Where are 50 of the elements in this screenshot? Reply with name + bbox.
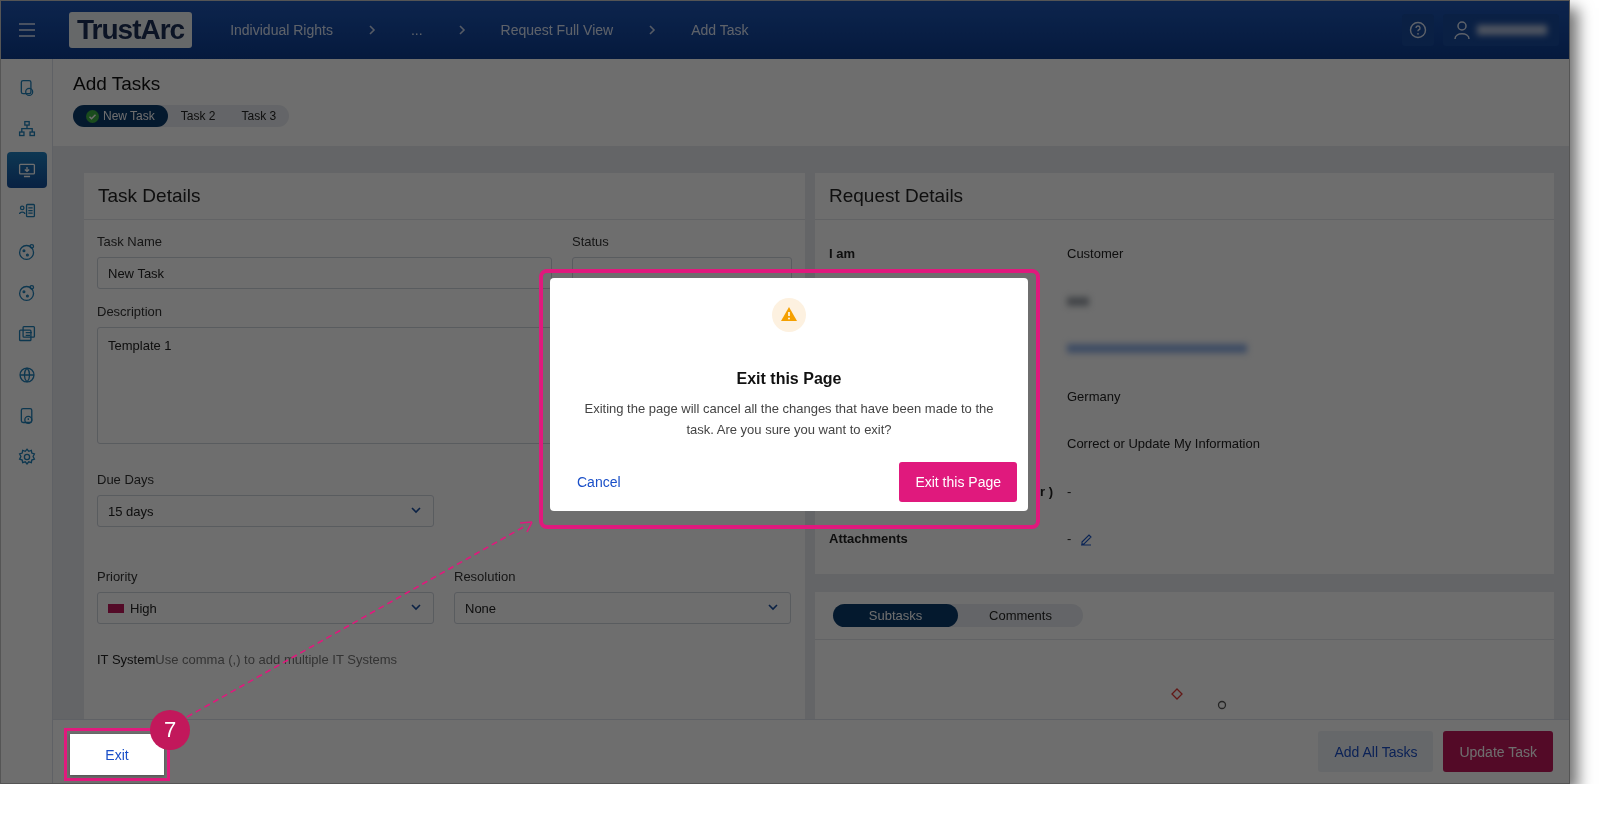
loading-icon (1170, 688, 1229, 712)
hierarchy-icon (16, 119, 37, 139)
warning-icon (772, 298, 806, 332)
card-title: Task Details (84, 173, 805, 220)
field-value: - (1067, 483, 1072, 499)
page-title: Add Tasks (73, 73, 162, 95)
breadcrumb-link[interactable]: Individual Rights (230, 22, 333, 38)
cancel-button[interactable]: Cancel (566, 468, 632, 496)
field-value: - (1067, 531, 1072, 547)
breadcrumb-link[interactable]: ... (410, 22, 423, 38)
field-label: r ) (1040, 483, 1053, 499)
user-icon (1453, 20, 1471, 40)
field-label: Priority (97, 569, 138, 584)
help-icon (1409, 21, 1427, 39)
panel-tab[interactable]: Comments (958, 604, 1083, 627)
breadcrumb-link[interactable]: Request Full View (500, 22, 614, 38)
task-tab[interactable]: Task 2 (167, 105, 229, 127)
field-value: Customer (1067, 246, 1124, 262)
field-hint: Use comma (,) to add multiple IT Systems (155, 652, 398, 667)
select-field[interactable]: High (97, 592, 434, 624)
panel-tab[interactable]: Subtasks (833, 604, 958, 627)
cookie-icon (16, 283, 37, 303)
exit-page-button[interactable]: Exit this Page (899, 462, 1017, 502)
task-tab[interactable]: New Task (73, 105, 168, 127)
logo[interactable]: TrustArc (69, 12, 193, 48)
card-title: Request Details (815, 173, 1554, 220)
field-label: Description (97, 304, 163, 319)
select-field[interactable]: 15 days (97, 495, 434, 527)
update-task-button[interactable]: Update Task (1443, 731, 1553, 772)
add-all-tasks-button[interactable]: Add All Tasks (1318, 731, 1434, 772)
settings-icon (16, 447, 37, 467)
field-label: I am (829, 246, 855, 262)
sidebar-item[interactable] (6, 152, 47, 188)
task-tab[interactable]: Task 3 (228, 105, 290, 127)
field-label: Attachments (829, 531, 908, 547)
field-value: Correct or Update My Information (1067, 436, 1260, 452)
field-label: Resolution (454, 569, 516, 584)
field-label: Due Days (97, 472, 155, 487)
field-value: Germany (1067, 388, 1121, 404)
cookie-icon (16, 242, 37, 262)
menu-icon[interactable] (19, 23, 35, 37)
field-label: Task Name (97, 234, 163, 249)
globe-icon (16, 365, 37, 385)
field-label: Status (572, 234, 609, 249)
field-label: IT System (97, 652, 156, 667)
select-field[interactable]: None (454, 592, 791, 624)
task-name-field[interactable]: New Task (97, 257, 552, 289)
exit-button[interactable]: Exit (70, 734, 164, 775)
documents-icon (16, 324, 37, 344)
breadcrumb-link[interactable]: Add Task (691, 22, 749, 38)
